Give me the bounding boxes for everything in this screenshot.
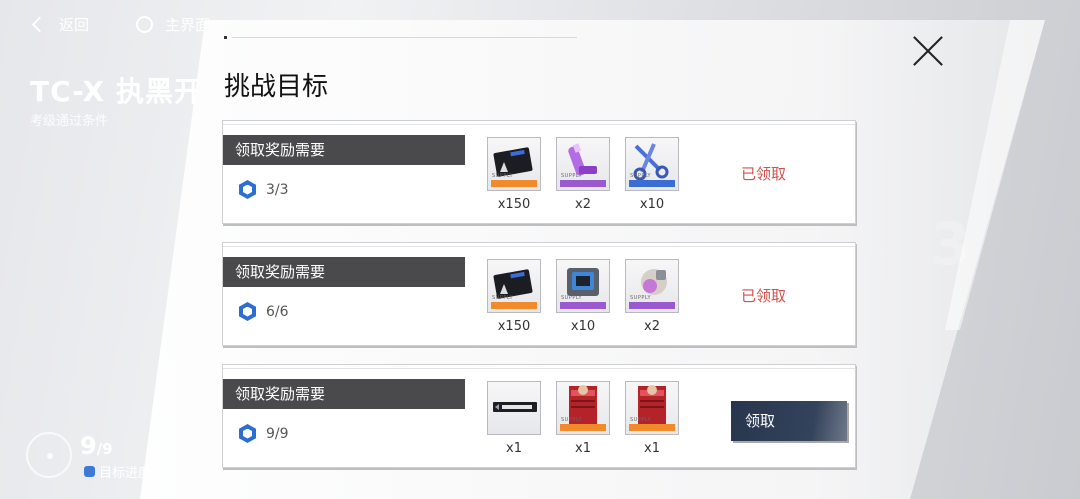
hex-progress-icon <box>239 180 256 199</box>
dialog-title: 挑战目标 <box>224 72 329 102</box>
claimed-status: 已领取 <box>741 287 787 305</box>
reward-qty: x1 <box>575 441 591 456</box>
reward-qty: x10 <box>570 319 596 334</box>
target-card: 领取奖励需要 9/9 x1 SUPPLY x1 SUPPLY x1 领取 <box>222 364 856 468</box>
purple-tube-icon: SUPPLY <box>556 137 610 191</box>
reward-item[interactable]: SUPPLY x10 <box>556 259 610 334</box>
progress-text: 3/3 <box>266 181 289 198</box>
title-dot <box>224 36 227 39</box>
reward-item[interactable]: SUPPLY x1 <box>556 381 610 456</box>
reward-qty: x2 <box>644 319 660 334</box>
close-icon[interactable] <box>908 30 948 70</box>
nameplate-icon <box>487 381 541 435</box>
reward-qty: x150 <box>497 319 531 334</box>
reward-item[interactable]: SUPPLY x10 <box>625 137 679 212</box>
red-card-icon: SUPPLY <box>625 381 679 435</box>
claimed-status: 已领取 <box>741 165 787 183</box>
reward-item[interactable]: SUPPLY x2 <box>556 137 610 212</box>
card-label: 领取奖励需要 <box>223 257 465 287</box>
reward-qty: x2 <box>575 197 591 212</box>
red-card-icon: SUPPLY <box>556 381 610 435</box>
card-progress: 9/9 <box>239 424 289 443</box>
card-label: 领取奖励需要 <box>223 135 465 165</box>
reward-qty: x150 <box>497 197 531 212</box>
reward-item[interactable]: SUPPLY x2 <box>625 259 679 334</box>
card-progress: 3/3 <box>239 180 289 199</box>
scissors-tool-icon: SUPPLY <box>625 137 679 191</box>
reward-item[interactable]: SUPPLY x150 <box>487 137 541 212</box>
card-progress: 6/6 <box>239 302 289 321</box>
progress-text: 9/9 <box>266 425 289 442</box>
reward-item[interactable]: SUPPLY x150 <box>487 259 541 334</box>
reward-item[interactable]: SUPPLY x1 <box>625 381 679 456</box>
hex-progress-icon <box>239 302 256 321</box>
title-divider <box>232 37 577 38</box>
progress-text: 6/6 <box>266 303 289 320</box>
target-card: 领取奖励需要 3/3 SUPPLY x150 SUPPLY x2 SUPPLY … <box>222 120 856 224</box>
orb-device-icon: SUPPLY <box>625 259 679 313</box>
card-label: 领取奖励需要 <box>223 379 465 409</box>
card-ticket-icon: SUPPLY <box>487 259 541 313</box>
chip-module-icon: SUPPLY <box>556 259 610 313</box>
reward-qty: x1 <box>506 441 522 456</box>
card-ticket-icon: SUPPLY <box>487 137 541 191</box>
reward-qty: x1 <box>644 441 660 456</box>
claim-button[interactable]: 领取 <box>731 401 847 441</box>
reward-qty: x10 <box>639 197 665 212</box>
hex-progress-icon <box>239 424 256 443</box>
reward-item[interactable]: x1 <box>487 381 541 456</box>
target-card: 领取奖励需要 6/6 SUPPLY x150 SUPPLY x10 SUPPLY… <box>222 242 856 346</box>
